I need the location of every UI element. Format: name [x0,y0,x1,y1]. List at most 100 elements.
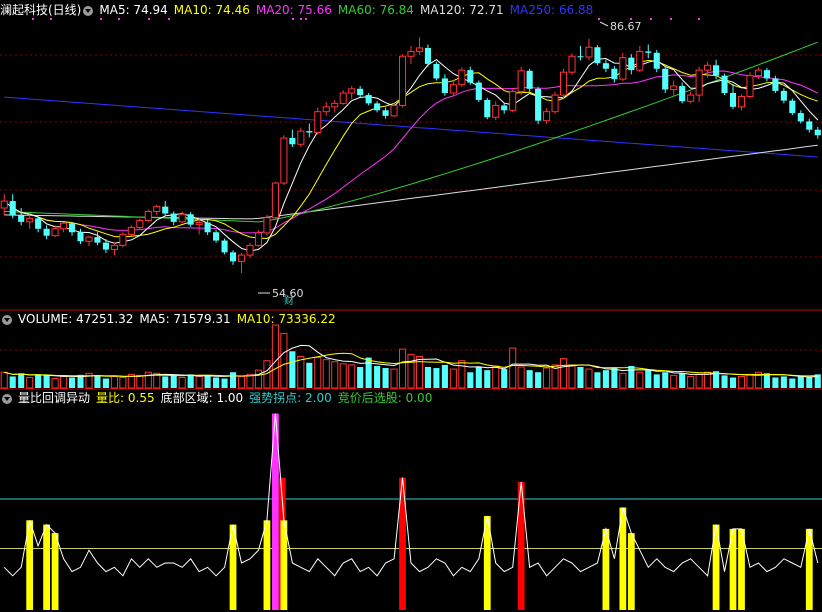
volume-bar-down [35,374,42,388]
signal-dot [670,18,672,20]
stock-chart[interactable]: 86.67 54.60 财 [0,0,822,612]
volume-bar-up [0,371,8,389]
signal-dot [598,18,600,20]
volume-bar-up [322,359,330,389]
candle-body-down [763,70,770,79]
candle-body-down [9,201,16,215]
candle-body-down [653,52,660,69]
indicator-panel [0,413,822,610]
candle-body-down [713,65,720,76]
volume-bar-up [271,324,279,389]
candle-body-up [636,50,644,71]
candle-body-up [585,46,593,58]
volume-bar-up [280,332,288,389]
volume-bar-down [9,376,16,388]
candle-body-up [60,222,68,230]
volume-bar-down [594,372,601,388]
volume-bar-down [772,377,779,388]
candle-body-up [619,57,627,80]
volume-bar-down [535,372,542,388]
volume-panel [0,324,821,389]
volume-bar-down [18,373,25,388]
volume-bar-up [237,375,246,389]
signal-dot [32,18,34,20]
candle-body-down [94,237,101,243]
candle-body-down [433,63,440,79]
candle-body-down [213,232,220,241]
candle-body-up [551,94,559,113]
volume-bar-down [382,368,389,388]
candle-body-down [729,92,737,107]
volume-bar-up [407,353,415,389]
volume-bar-down [602,370,609,388]
volume-bar-up [314,357,322,389]
candle-body-up [127,226,135,235]
candle-body-up [0,200,8,209]
volume-bar-up [60,375,68,389]
candle-body-down [814,129,821,136]
candle-body-down [662,68,669,90]
candle-body-up [322,106,330,113]
signal-dot [118,18,120,20]
candle-body-up [195,222,203,226]
candle-body-up [51,228,59,237]
volume-bar-down [653,374,660,388]
candle-body-down [187,214,194,225]
candle-body-up [704,64,712,71]
candle-body-up [398,55,407,106]
candle-body-down [441,78,448,93]
candle-body-up [119,233,127,246]
candle-body-up [263,217,271,234]
candle-body-up [670,85,678,91]
candle-body-down [170,213,177,222]
candle-body-down [229,252,237,262]
volume-bar-up [619,372,627,389]
signal-dot [50,18,52,20]
candle-body-down [611,68,618,80]
candle-body-up [746,75,754,97]
candle-body-down [501,105,508,111]
volume-bar-up [737,375,746,389]
candle-body-down [721,75,728,93]
volume-bar-up [297,356,305,389]
ma250-line [4,96,818,158]
financial-report-marker[interactable]: 财 [284,294,294,307]
candle-body-up [297,130,305,145]
candle-body-down [475,82,482,100]
candle-body-down [535,88,542,121]
indicator-bar [263,520,271,610]
candle-body-up [254,232,263,246]
volume-bar-down [441,364,448,388]
volume-bar-down [611,368,618,388]
volume-bar-up [178,377,186,389]
volume-bar-down [204,375,211,388]
volume-bar-down [170,375,177,388]
candle-body-down [221,240,228,253]
candle-body-down [35,218,42,229]
candle-body-down [357,88,364,96]
volume-bar-down [221,378,228,388]
volume-bar-down [797,375,804,388]
candle-body-down [374,103,381,111]
volume-bar-down [763,373,770,388]
candle-body-down [484,99,491,118]
candle-body-up [153,206,161,212]
candle-body-up [178,213,186,223]
candle-body-down [77,232,84,242]
candle-body-up [339,92,347,104]
volume-bar-down [306,362,313,388]
candle-body-up [509,91,517,111]
volume-bar-down [780,376,787,388]
candle-body-up [331,102,339,108]
volume-bar-down [526,370,533,388]
candle-body-down [102,242,109,250]
candle-body-up [144,210,152,221]
candle-body-down [628,57,635,71]
high-price-label: 86.67 [610,20,642,33]
volume-bar-down [43,375,50,388]
signal-dot [100,18,102,20]
candle-body-down [780,90,787,101]
signal-dot [168,18,170,20]
candle-body-up [568,55,576,73]
volume-bar-down [645,370,652,388]
